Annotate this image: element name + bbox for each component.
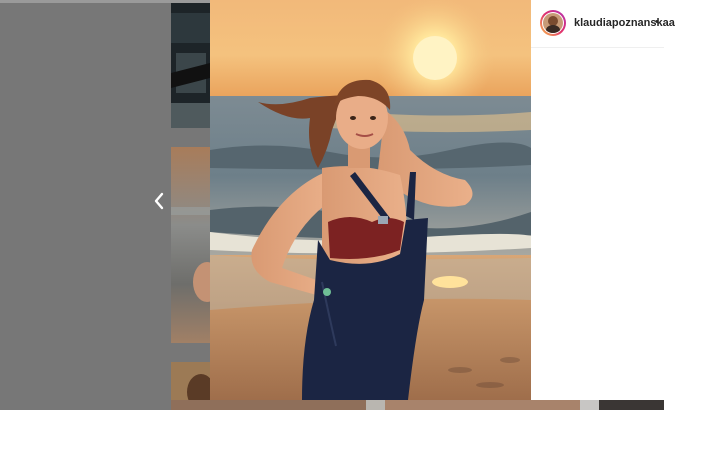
post-details-panel: klaudiapoznanskaa • — [531, 0, 675, 400]
username-link[interactable]: klaudiapoznanskaa — [574, 17, 675, 29]
post-header: klaudiapoznanskaa • — [531, 0, 675, 48]
grid-thumbnail-strip-3[interactable] — [385, 400, 580, 410]
avatar-ring — [542, 12, 564, 34]
avatar[interactable] — [540, 10, 566, 36]
grid-thumbnail-strip-4[interactable] — [580, 400, 599, 410]
chevron-left-icon — [154, 192, 164, 210]
grid-thumbnail-strip-5[interactable] — [599, 400, 664, 410]
header-separator: • — [655, 16, 659, 28]
grid-thumbnail-strip-1[interactable] — [171, 400, 366, 410]
previous-post-button[interactable] — [146, 188, 172, 214]
grid-thumbnail-strip-2[interactable] — [366, 400, 385, 410]
grid-thumbnail-2[interactable] — [171, 147, 210, 343]
post-photo[interactable] — [210, 0, 531, 400]
grid-thumbnail-1[interactable] — [171, 3, 210, 128]
avatar-image — [543, 13, 563, 33]
